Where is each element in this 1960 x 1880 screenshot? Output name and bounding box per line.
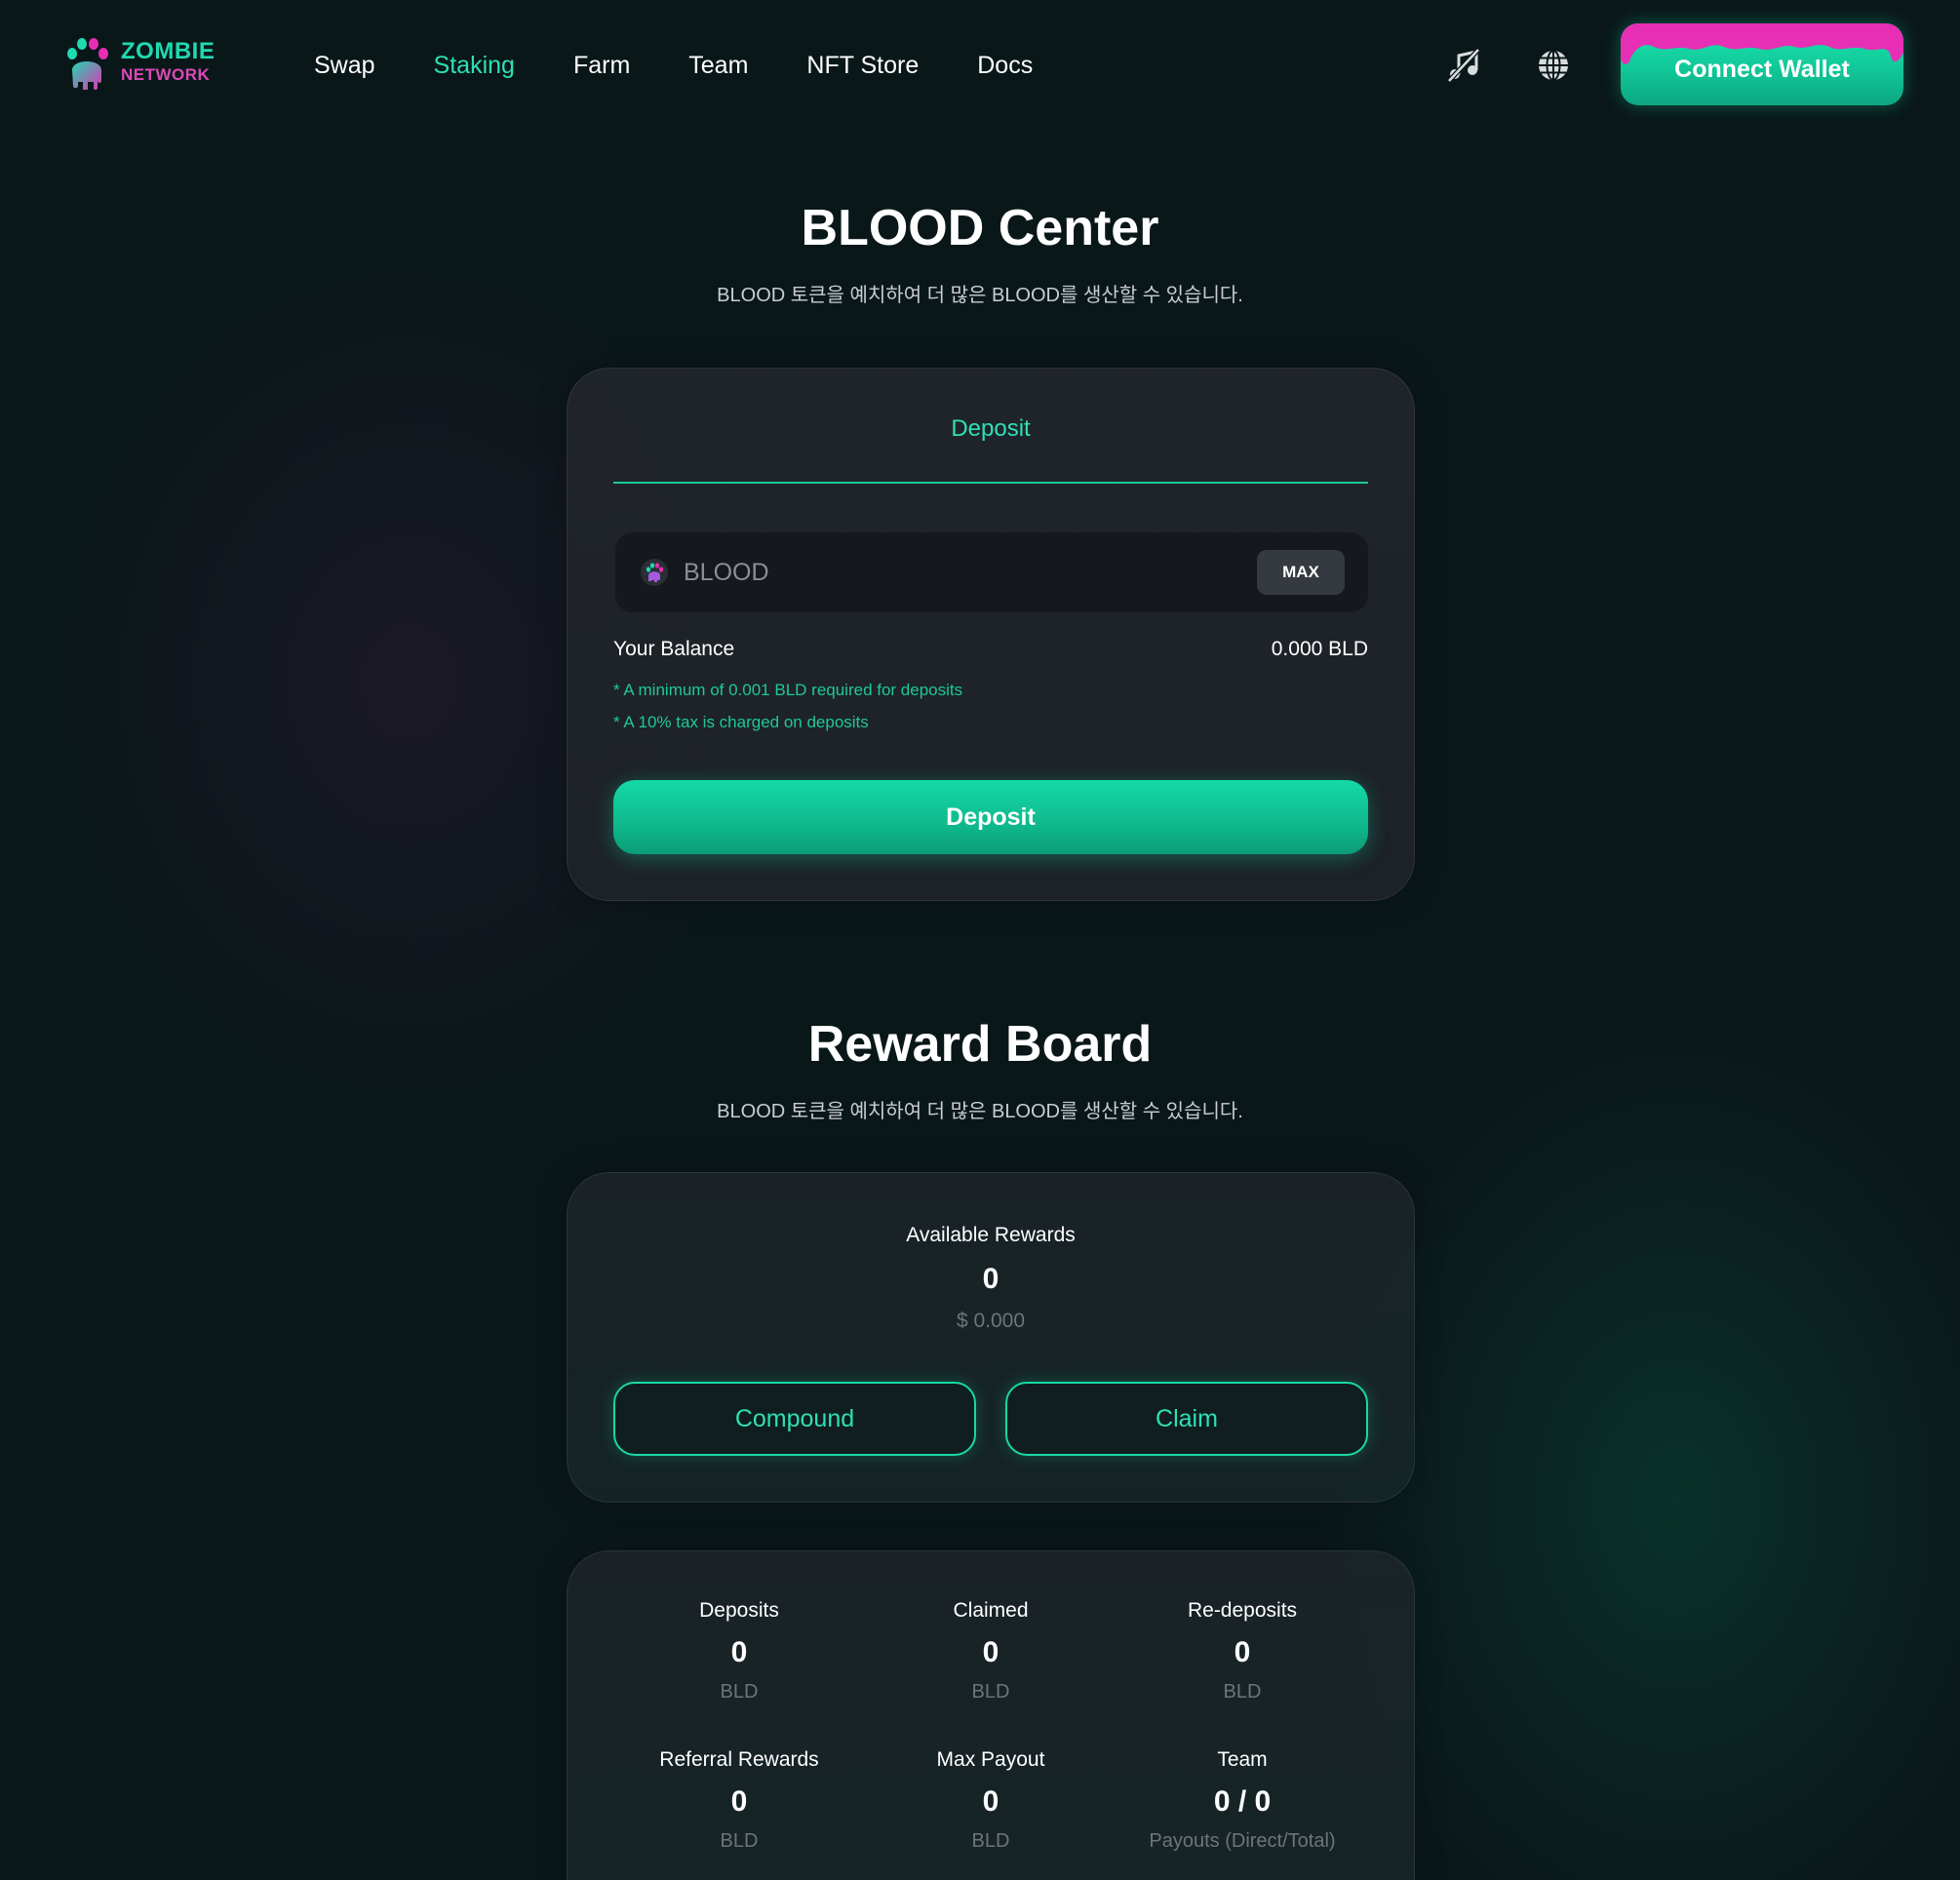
top-navbar: ZOMBIE NETWORK Swap Staking Farm Team NF…: [0, 0, 1960, 130]
available-rewards-usd: $ 0.000: [956, 1310, 1026, 1332]
stat-re-deposits: Re-deposits 0 BLD: [1117, 1596, 1368, 1707]
nav-link-farm[interactable]: Farm: [573, 48, 630, 83]
available-rewards-value: 0: [982, 1263, 1000, 1295]
zombie-paw-logo-icon: [67, 38, 108, 90]
music-toggle-button[interactable]: [1445, 47, 1482, 84]
stat-max-payout: Max Payout 0 BLD: [865, 1745, 1117, 1857]
blood-token-icon: [641, 559, 668, 586]
brand-name-line2: NETWORK: [121, 65, 211, 84]
stat-unit: BLD: [1223, 1681, 1262, 1703]
stat-referral-rewards: Referral Rewards 0 BLD: [613, 1745, 865, 1857]
deposit-amount-input[interactable]: [684, 552, 1230, 593]
stat-claimed: Claimed 0 BLD: [865, 1596, 1117, 1707]
reward-board-subtitle: BLOOD 토큰을 예치하여 더 많은 BLOOD를 생산할 수 있습니다.: [717, 1101, 1243, 1122]
deposit-card: Deposit MAX Your Balance 0.000 BLD * A m…: [567, 368, 1415, 901]
available-rewards-label: Available Rewards: [906, 1224, 1076, 1246]
amount-input-group: MAX: [615, 532, 1368, 612]
blood-center-subtitle: BLOOD 토큰을 예치하여 더 많은 BLOOD를 생산할 수 있습니다.: [717, 285, 1243, 306]
connect-wallet-label: Connect Wallet: [1674, 55, 1850, 83]
stat-value: 0: [730, 1636, 748, 1668]
music-muted-icon: [1447, 48, 1480, 83]
stat-unit: BLD: [720, 1830, 759, 1852]
balance-label: Your Balance: [613, 638, 735, 660]
stat-label: Deposits: [699, 1599, 779, 1622]
stat-value: 0 / 0: [1213, 1785, 1272, 1818]
stat-unit: Payouts (Direct/Total): [1149, 1830, 1336, 1852]
main-nav: Swap Staking Farm Team NFT Store Docs: [314, 48, 1091, 83]
stat-value: 0: [730, 1785, 748, 1818]
stat-value: 0: [1234, 1636, 1251, 1668]
staking-stats-card: Deposits 0 BLD Claimed 0 BLD Re-deposits…: [567, 1550, 1415, 1880]
stat-label: Team: [1217, 1748, 1268, 1771]
claim-button[interactable]: Claim: [1005, 1382, 1368, 1456]
stat-unit: BLD: [720, 1681, 759, 1703]
deposit-button[interactable]: Deposit: [613, 780, 1368, 854]
max-button[interactable]: MAX: [1257, 550, 1345, 595]
reward-board-title: Reward Board: [807, 1016, 1153, 1073]
nav-link-staking[interactable]: Staking: [434, 48, 515, 83]
connect-wallet-button[interactable]: Connect Wallet: [1621, 23, 1903, 105]
stat-team: Team 0 / 0 Payouts (Direct/Total): [1117, 1745, 1368, 1857]
stat-unit: BLD: [971, 1830, 1010, 1852]
nav-link-swap[interactable]: Swap: [314, 48, 375, 83]
stat-label: Claimed: [953, 1599, 1029, 1622]
stat-value: 0: [982, 1785, 1000, 1818]
stat-unit: BLD: [971, 1681, 1010, 1703]
balance-value: 0.000 BLD: [1271, 638, 1368, 660]
brand-wordmark: ZOMBIE NETWORK: [121, 40, 215, 87]
stat-label: Max Payout: [936, 1748, 1045, 1771]
minimum-deposit-note: * A minimum of 0.001 BLD required for de…: [613, 681, 963, 699]
tab-deposit[interactable]: Deposit: [613, 369, 1368, 484]
stat-value: 0: [982, 1636, 1000, 1668]
brand-name-line1: ZOMBIE: [121, 38, 216, 64]
nav-link-team[interactable]: Team: [688, 48, 748, 83]
language-button[interactable]: [1537, 49, 1570, 82]
nav-link-nft-store[interactable]: NFT Store: [806, 48, 919, 83]
available-rewards-card: Available Rewards 0 $ 0.000 Compound Cla…: [567, 1172, 1415, 1503]
nav-link-docs[interactable]: Docs: [977, 48, 1033, 83]
blood-center-title: BLOOD Center: [801, 200, 1159, 256]
compound-button[interactable]: Compound: [613, 1382, 976, 1456]
globe-icon: [1539, 50, 1568, 81]
stat-label: Referral Rewards: [659, 1748, 819, 1771]
brand-logo[interactable]: ZOMBIE NETWORK: [64, 37, 220, 92]
stat-deposits: Deposits 0 BLD: [613, 1596, 865, 1707]
deposit-tax-note: * A 10% tax is charged on deposits: [613, 713, 869, 731]
stat-label: Re-deposits: [1187, 1599, 1298, 1622]
